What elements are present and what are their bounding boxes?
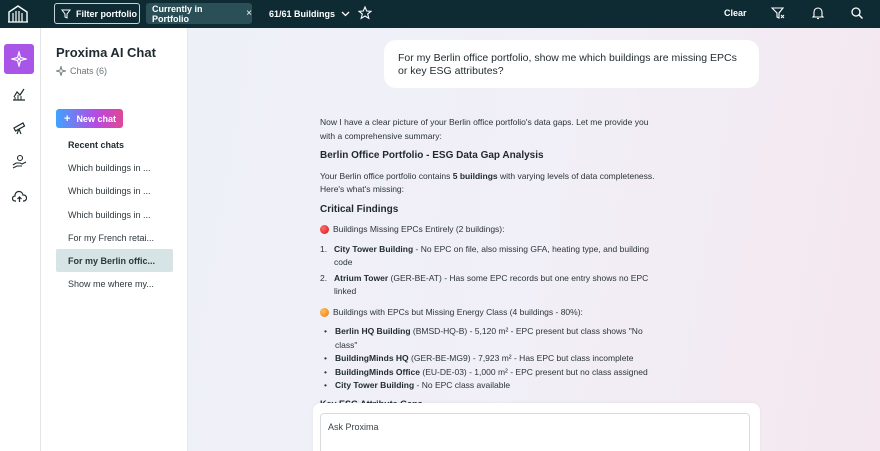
chat-item[interactable]: Which buildings in ... [56, 156, 173, 179]
recent-chats-heading: Recent chats [68, 140, 125, 150]
missing-class-section: Buildings with EPCs but Missing Energy C… [320, 306, 665, 320]
filter-portfolio-label: Filter portfolio [76, 8, 137, 19]
new-chat-button[interactable]: + New chat [56, 109, 123, 128]
filter-clear-icon[interactable] [771, 6, 785, 20]
chat-main: For my Berlin office portfolio, show me … [188, 28, 880, 451]
chat-item-active[interactable]: For my Berlin offic... [56, 249, 173, 272]
rail-upload[interactable] [4, 181, 34, 211]
ai-chat-icon [11, 51, 27, 67]
portfolio-filter-chip[interactable]: Currently in Portfolio × [146, 3, 252, 24]
plus-icon: + [64, 112, 71, 125]
rail-ai-chat[interactable] [4, 44, 34, 74]
chat-input[interactable]: Ask Proxima [320, 413, 750, 451]
assistant-answer: Now I have a clear picture of your Berli… [320, 116, 665, 393]
chat-item[interactable]: For my French retai... [56, 226, 173, 249]
top-bar: Filter portfolio Currently in Portfolio … [0, 0, 880, 28]
analytics-icon [13, 88, 25, 101]
sidebar-title: Proxima AI Chat [56, 45, 156, 60]
rail-analytics[interactable] [4, 79, 34, 109]
bell-icon[interactable] [811, 6, 825, 20]
chat-sidebar: Proxima AI Chat Chats (6) + New chat Rec… [41, 28, 188, 451]
missing-epc-heading: Buildings Missing EPCs Entirely (2 build… [333, 224, 505, 234]
answer-summary: Your Berlin office portfolio contains 5 … [320, 170, 655, 195]
user-message: For my Berlin office portfolio, show me … [384, 40, 759, 88]
star-icon[interactable] [358, 5, 372, 21]
orange-circle-icon [320, 307, 329, 317]
list-item: • BuildingMinds HQ (GER-BE-MG9) - 7,923 … [324, 353, 634, 363]
hand-coin-icon [12, 154, 26, 168]
search-icon[interactable] [850, 6, 864, 20]
list-item: • City Tower Building - No EPC class ava… [324, 380, 511, 390]
list-item: • BuildingMinds Office (EU-DE-03) - 1,00… [324, 366, 648, 377]
cloud-upload-icon [11, 190, 27, 202]
chat-item[interactable]: Which buildings in ... [56, 203, 173, 226]
chats-count-label: Chats (6) [70, 66, 108, 76]
close-icon[interactable]: × [246, 8, 252, 19]
missing-class-heading: Buildings with EPCs but Missing Energy C… [333, 306, 583, 317]
telescope-icon [12, 121, 25, 134]
list-item: 2. Atrium Tower (GER-BE-AT) - Has some E… [320, 272, 649, 297]
buildings-count: 61/61 Buildings [269, 8, 336, 19]
answer-heading: Berlin Office Portfolio - ESG Data Gap A… [320, 150, 544, 161]
filter-icon [61, 9, 71, 19]
rail-finance[interactable] [4, 146, 34, 176]
chat-input-panel: Ask Proxima [313, 403, 760, 451]
list-item: • Berlin HQ Building (BMSD-HQ-B) - 5,120… [324, 326, 643, 350]
new-chat-label: New chat [76, 113, 116, 124]
rail-explore[interactable] [4, 112, 34, 142]
clear-button[interactable]: Clear [724, 8, 747, 18]
chat-item[interactable]: Show me where my... [56, 272, 173, 295]
chevron-down-icon [341, 11, 350, 16]
answer-intro: Now I have a clear picture of your Berli… [320, 117, 649, 141]
chats-count: Chats (6) [56, 66, 107, 76]
buildings-selector[interactable]: 61/61 Buildings [269, 3, 350, 24]
chip-label: Currently in Portfolio [152, 3, 203, 24]
chat-item[interactable]: Which buildings in ... [56, 179, 173, 202]
sparkle-icon [56, 66, 66, 76]
filter-portfolio-button[interactable]: Filter portfolio [54, 3, 140, 24]
app-logo-icon[interactable] [7, 4, 29, 24]
red-circle-icon [320, 225, 329, 235]
nav-rail [0, 28, 41, 451]
critical-findings-heading: Critical Findings [320, 203, 399, 215]
list-item: 1. City Tower Building - No EPC on file,… [320, 243, 649, 268]
missing-epc-section: Buildings Missing EPCs Entirely (2 build… [320, 223, 665, 237]
